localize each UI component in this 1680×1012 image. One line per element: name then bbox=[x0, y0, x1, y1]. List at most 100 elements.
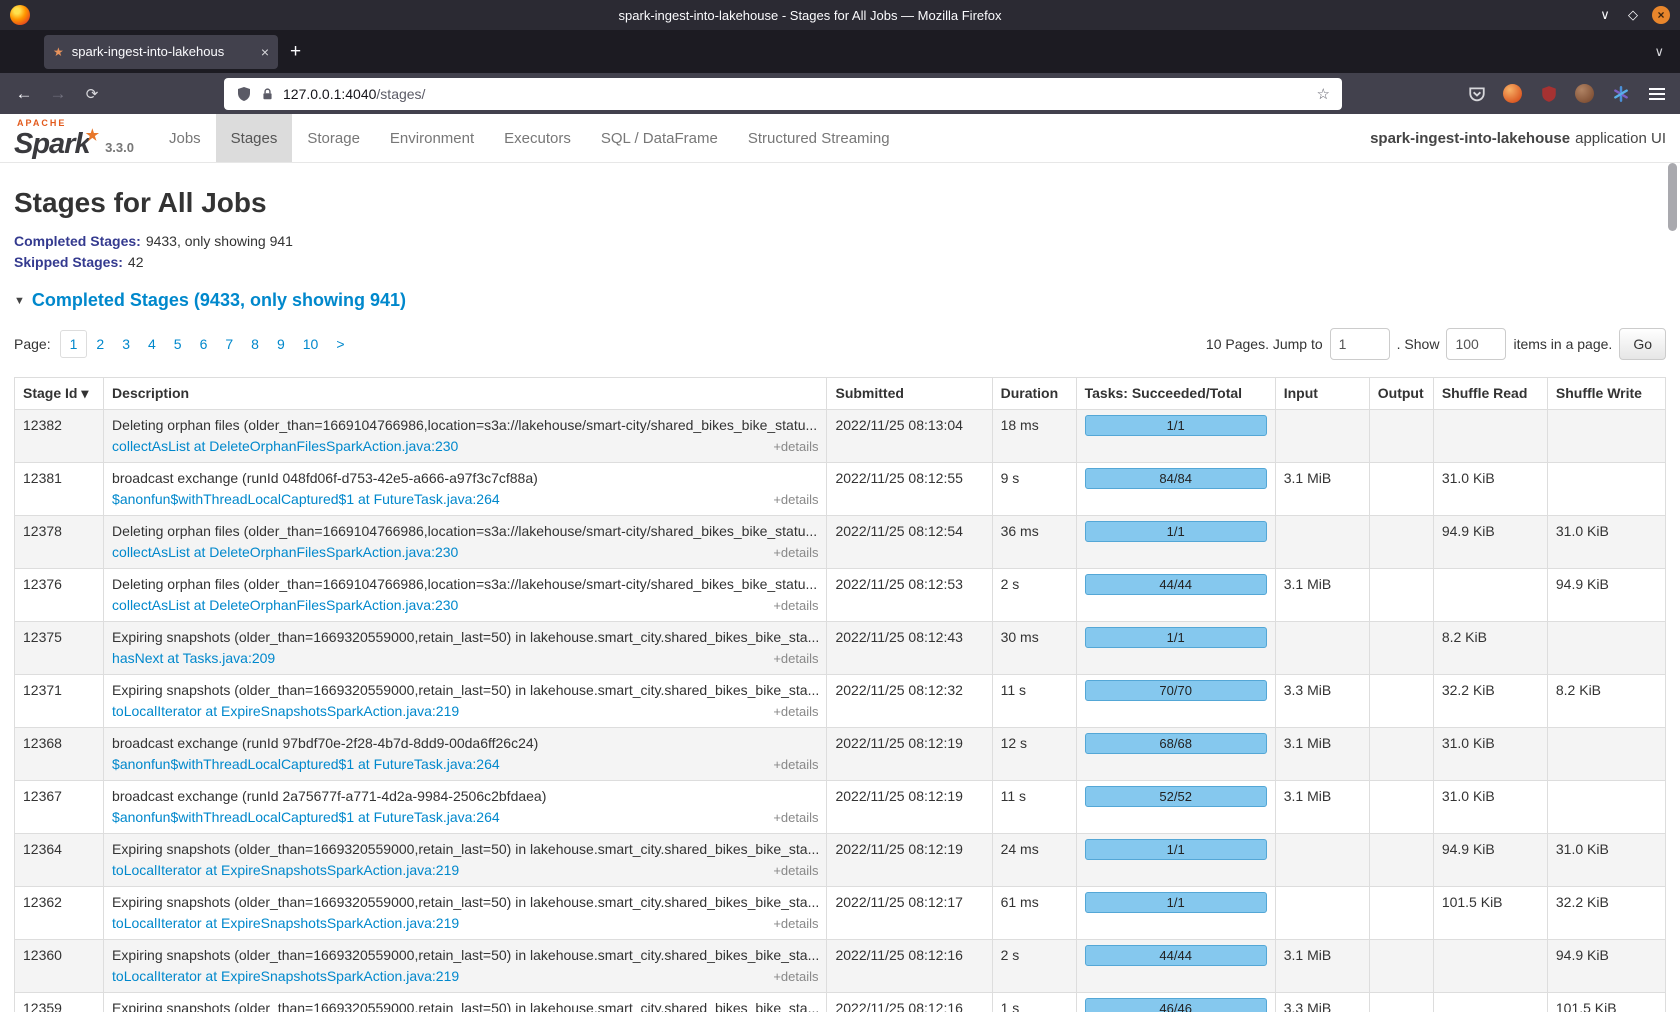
stage-id-cell: 12381 bbox=[15, 463, 104, 516]
go-button[interactable]: Go bbox=[1619, 328, 1666, 360]
input-cell bbox=[1275, 834, 1369, 887]
callsite-link[interactable]: $anonfun$withThreadLocalCaptured$1 at Fu… bbox=[112, 754, 500, 775]
stage-id-cell: 12382 bbox=[15, 410, 104, 463]
tasks-progress-bar: 44/44 bbox=[1085, 574, 1267, 595]
output-cell bbox=[1369, 463, 1433, 516]
jump-to-page-input[interactable] bbox=[1330, 328, 1390, 360]
lock-icon[interactable] bbox=[261, 87, 274, 101]
page-link[interactable]: 3 bbox=[113, 331, 139, 357]
window-close-button[interactable]: × bbox=[1652, 6, 1670, 24]
page-scrollbar[interactable] bbox=[1668, 163, 1677, 231]
details-toggle[interactable]: +details bbox=[773, 966, 818, 987]
nav-item-jobs[interactable]: Jobs bbox=[154, 114, 216, 162]
duration-cell: 30 ms bbox=[992, 622, 1076, 675]
shuffle-write-cell: 31.0 KiB bbox=[1547, 834, 1665, 887]
callsite-link[interactable]: toLocalIterator at ExpireSnapshotsSparkA… bbox=[112, 966, 459, 987]
callsite-link[interactable]: collectAsList at DeleteOrphanFilesSparkA… bbox=[112, 436, 458, 457]
column-header[interactable]: Duration bbox=[992, 378, 1076, 410]
tasks-progress-bar: 84/84 bbox=[1085, 468, 1267, 489]
column-header[interactable]: Tasks: Succeeded/Total bbox=[1076, 378, 1275, 410]
account-avatar-icon[interactable] bbox=[1499, 80, 1526, 107]
details-toggle[interactable]: +details bbox=[773, 542, 818, 563]
show-label: . Show bbox=[1397, 336, 1440, 352]
callsite-link[interactable]: $anonfun$withThreadLocalCaptured$1 at Fu… bbox=[112, 807, 500, 828]
pinwheel-extension-icon[interactable] bbox=[1607, 80, 1634, 107]
nav-item-executors[interactable]: Executors bbox=[489, 114, 586, 162]
details-toggle[interactable]: +details bbox=[773, 489, 818, 510]
page-link[interactable]: 5 bbox=[165, 331, 191, 357]
completed-stages-link[interactable]: Completed Stages: bbox=[14, 233, 141, 249]
page-link[interactable]: 10 bbox=[294, 331, 328, 357]
reload-button[interactable]: ⟳ bbox=[78, 80, 106, 108]
callsite-link[interactable]: toLocalIterator at ExpireSnapshotsSparkA… bbox=[112, 701, 459, 722]
details-toggle[interactable]: +details bbox=[773, 860, 818, 881]
input-cell: 3.3 MiB bbox=[1275, 675, 1369, 728]
column-header[interactable]: Shuffle Read bbox=[1433, 378, 1547, 410]
output-cell bbox=[1369, 993, 1433, 1012]
window-minimize-button[interactable]: ∨ bbox=[1596, 7, 1614, 23]
submitted-cell: 2022/11/25 08:12:16 bbox=[827, 940, 992, 993]
details-toggle[interactable]: +details bbox=[773, 754, 818, 775]
current-page-button[interactable]: 1 bbox=[60, 330, 88, 358]
output-cell bbox=[1369, 834, 1433, 887]
callsite-link[interactable]: $anonfun$withThreadLocalCaptured$1 at Fu… bbox=[112, 489, 500, 510]
page-link[interactable]: 2 bbox=[87, 331, 113, 357]
browser-tab[interactable]: ★ spark-ingest-into-lakehous × bbox=[44, 35, 278, 69]
duration-cell: 36 ms bbox=[992, 516, 1076, 569]
bookmark-star-icon[interactable]: ☆ bbox=[1317, 85, 1330, 103]
nav-item-sql-dataframe[interactable]: SQL / DataFrame bbox=[586, 114, 733, 162]
nav-item-storage[interactable]: Storage bbox=[292, 114, 375, 162]
page-link[interactable]: 6 bbox=[191, 331, 217, 357]
duration-cell: 24 ms bbox=[992, 834, 1076, 887]
input-cell bbox=[1275, 410, 1369, 463]
url-bar[interactable]: 127.0.0.1:4040/stages/ ☆ bbox=[224, 78, 1342, 110]
nav-item-stages[interactable]: Stages bbox=[216, 114, 293, 162]
stages-summary: Completed Stages:9433, only showing 941 … bbox=[14, 231, 1666, 273]
nav-item-environment[interactable]: Environment bbox=[375, 114, 489, 162]
details-toggle[interactable]: +details bbox=[773, 701, 818, 722]
page-link[interactable]: 9 bbox=[268, 331, 294, 357]
page-link[interactable]: > bbox=[327, 331, 353, 357]
callsite-link[interactable]: collectAsList at DeleteOrphanFilesSparkA… bbox=[112, 595, 458, 616]
forward-button[interactable]: → bbox=[44, 80, 72, 108]
tab-close-icon[interactable]: × bbox=[261, 44, 269, 60]
hamburger-menu-icon[interactable] bbox=[1643, 80, 1670, 107]
spark-nav-items: Jobs Stages Storage Environment Executor… bbox=[154, 114, 905, 162]
back-button[interactable]: ← bbox=[10, 80, 38, 108]
page-link[interactable]: 8 bbox=[242, 331, 268, 357]
nav-item-structured-streaming[interactable]: Structured Streaming bbox=[733, 114, 905, 162]
spark-star-icon: ★ bbox=[86, 127, 98, 144]
callsite-link[interactable]: collectAsList at DeleteOrphanFilesSparkA… bbox=[112, 542, 458, 563]
column-header[interactable]: Submitted bbox=[827, 378, 992, 410]
skipped-stages-link[interactable]: Skipped Stages: bbox=[14, 254, 123, 270]
description-cell: Expiring snapshots (older_than=166932055… bbox=[104, 675, 827, 728]
details-toggle[interactable]: +details bbox=[773, 807, 818, 828]
column-header[interactable]: Output bbox=[1369, 378, 1433, 410]
list-all-tabs-chevron-icon[interactable]: ∨ bbox=[1654, 44, 1664, 60]
input-cell bbox=[1275, 622, 1369, 675]
callsite-link[interactable]: hasNext at Tasks.java:209 bbox=[112, 648, 275, 669]
callsite-link[interactable]: toLocalIterator at ExpireSnapshotsSparkA… bbox=[112, 860, 459, 881]
details-toggle[interactable]: +details bbox=[773, 648, 818, 669]
profile-avatar-icon[interactable] bbox=[1571, 80, 1598, 107]
items-per-page-input[interactable] bbox=[1446, 328, 1506, 360]
completed-stages-section-header[interactable]: ▼ Completed Stages (9433, only showing 9… bbox=[14, 290, 1666, 311]
pocket-icon[interactable] bbox=[1463, 80, 1490, 107]
window-maximize-button[interactable]: ◇ bbox=[1624, 7, 1642, 23]
ublock-shield-icon[interactable] bbox=[1535, 80, 1562, 107]
details-toggle[interactable]: +details bbox=[773, 913, 818, 934]
column-header[interactable]: Shuffle Write bbox=[1547, 378, 1665, 410]
callsite-link[interactable]: toLocalIterator at ExpireSnapshotsSparkA… bbox=[112, 913, 459, 934]
details-toggle[interactable]: +details bbox=[773, 436, 818, 457]
column-header[interactable]: Input bbox=[1275, 378, 1369, 410]
duration-cell: 1 s bbox=[992, 993, 1076, 1012]
new-tab-button[interactable]: + bbox=[290, 41, 301, 63]
details-toggle[interactable]: +details bbox=[773, 595, 818, 616]
page-link[interactable]: 7 bbox=[216, 331, 242, 357]
column-header[interactable]: Description bbox=[104, 378, 827, 410]
tasks-progress-bar: 1/1 bbox=[1085, 839, 1267, 860]
page-link[interactable]: 4 bbox=[139, 331, 165, 357]
duration-cell: 2 s bbox=[992, 940, 1076, 993]
shield-icon[interactable] bbox=[236, 86, 252, 102]
column-header[interactable]: Stage Id ▾ bbox=[15, 378, 104, 410]
